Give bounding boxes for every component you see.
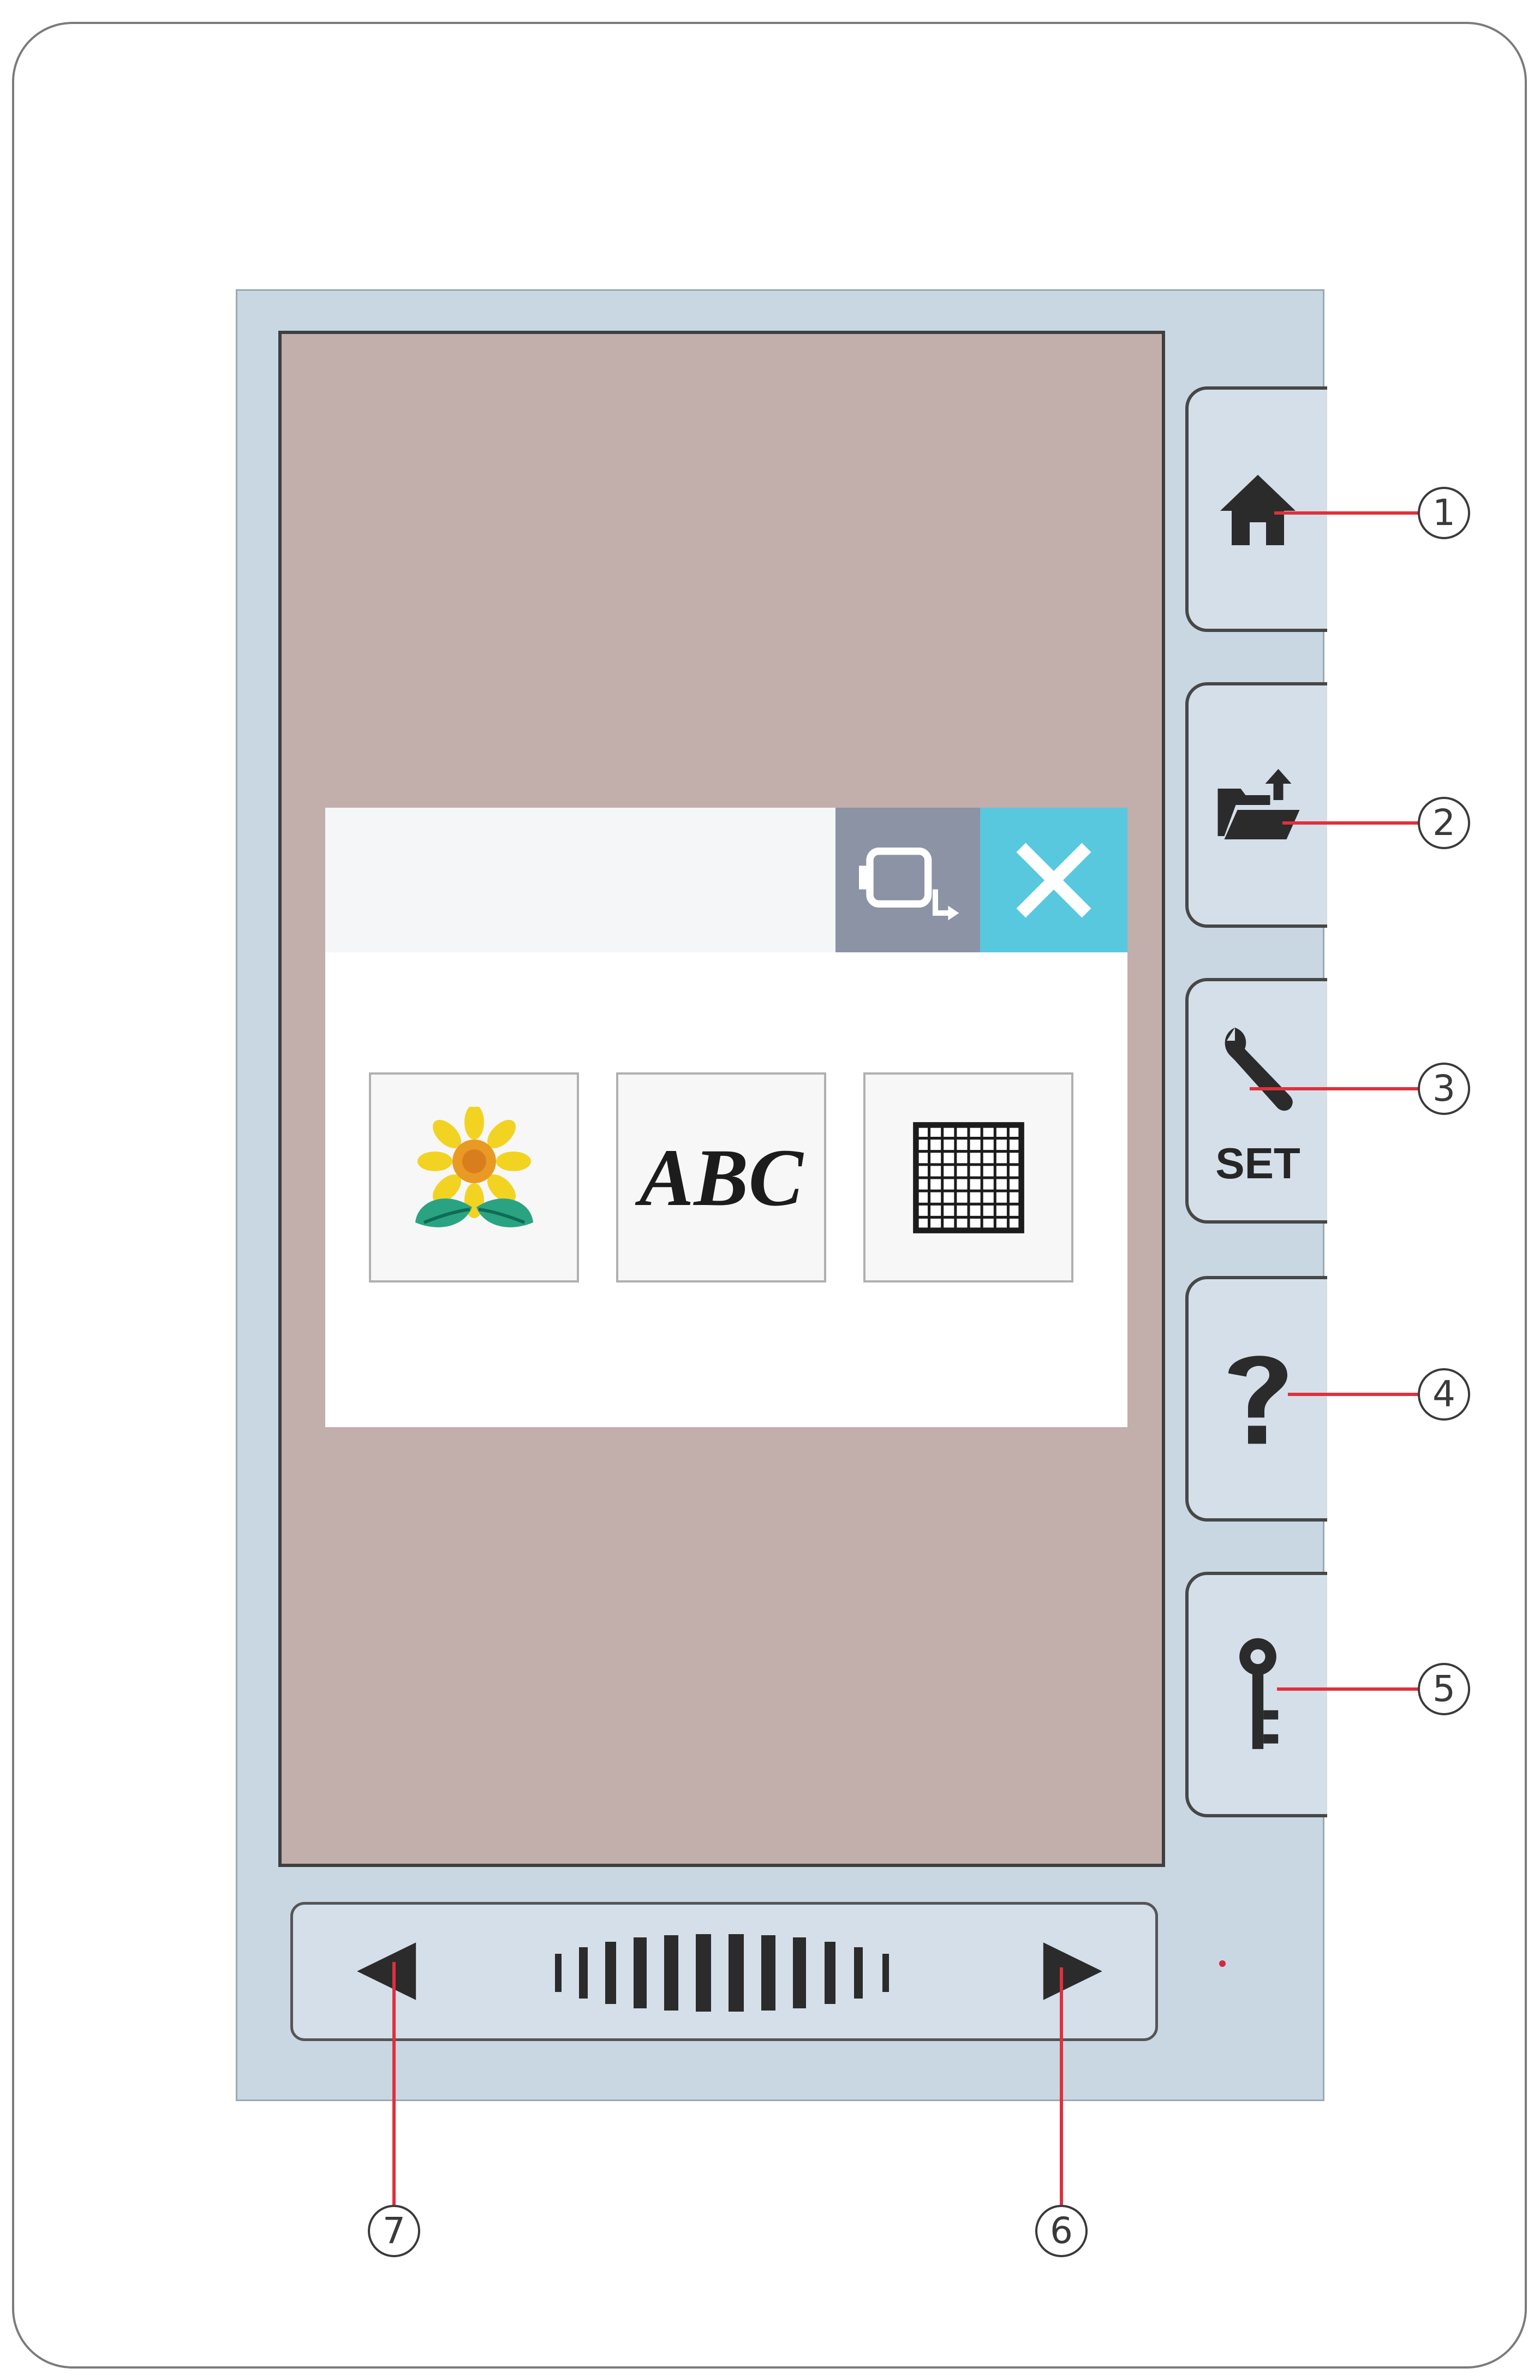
callout-number-1: 1 (1418, 487, 1470, 539)
callout-number-2: 2 (1418, 797, 1470, 849)
callout-lines (392, 511, 1419, 2205)
callout-number-7: 7 (368, 2205, 420, 2257)
callout-number-4: 4 (1418, 1368, 1470, 1421)
callout-number-3: 3 (1418, 1063, 1470, 1115)
callout-number-6: 6 (1035, 2205, 1088, 2257)
callout-number-5: 5 (1418, 1663, 1470, 1715)
